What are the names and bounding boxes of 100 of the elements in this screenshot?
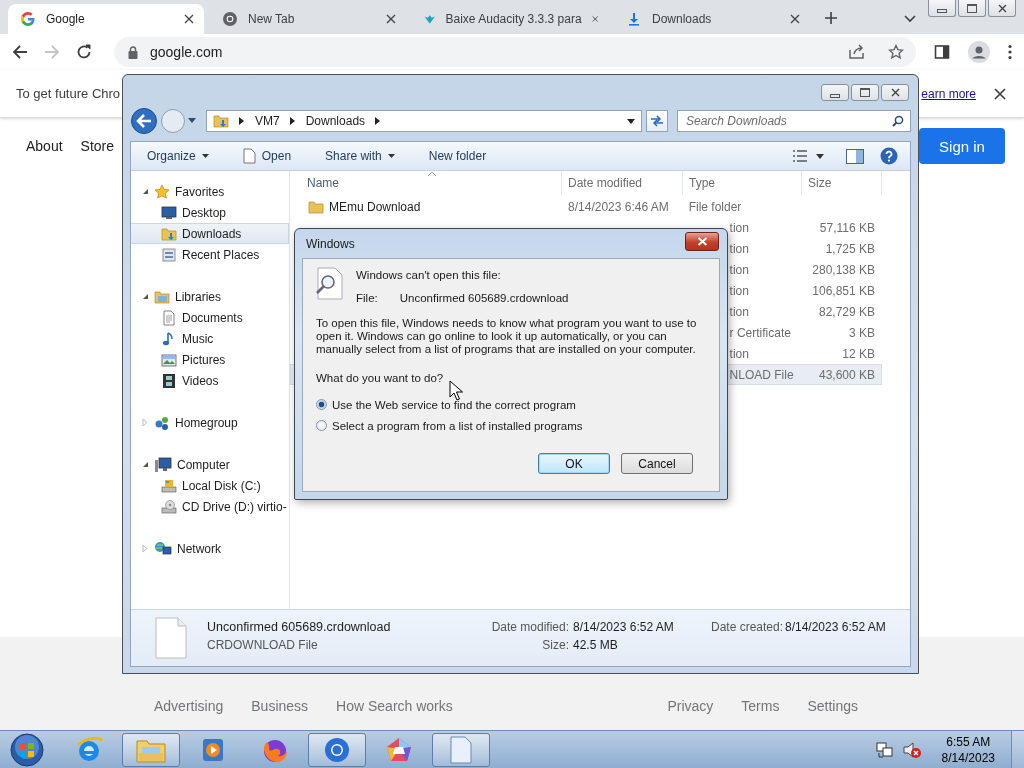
footer-link[interactable]: Terms	[741, 698, 780, 714]
minimize-button[interactable]	[821, 84, 849, 101]
expand-arrow-icon[interactable]	[142, 461, 149, 468]
close-icon[interactable]	[994, 87, 1006, 100]
column-header[interactable]: Size	[802, 171, 882, 195]
muted-speaker-icon[interactable]	[901, 740, 922, 759]
help-icon[interactable]	[880, 147, 898, 165]
command-button[interactable]: Open	[236, 146, 298, 166]
expand-arrow-icon[interactable]	[142, 188, 149, 195]
browser-tab[interactable]: Google	[8, 4, 204, 34]
footer-link[interactable]: Settings	[807, 698, 858, 714]
minimize-button[interactable]	[928, 0, 956, 17]
back-icon[interactable]	[12, 44, 28, 60]
nav-item[interactable]: Computer	[131, 454, 289, 475]
close-icon[interactable]	[386, 14, 396, 24]
chevron-icon[interactable]	[375, 117, 382, 125]
dialog-button[interactable]: Cancel	[621, 453, 693, 474]
nav-item[interactable]: Desktop	[131, 202, 289, 223]
clock[interactable]: 6:55 AM 8/14/2023	[941, 733, 995, 766]
taskbar-button[interactable]	[308, 732, 366, 767]
nav-item[interactable]: CD Drive (D:) virtio-	[131, 496, 289, 517]
nav-item[interactable]: Libraries	[131, 286, 289, 307]
close-button[interactable]	[988, 0, 1016, 17]
chevron-down-icon[interactable]	[904, 15, 916, 23]
chevron-icon[interactable]	[289, 117, 296, 125]
download-icon	[626, 11, 642, 27]
address-field[interactable]: VM7 Downloads	[206, 110, 642, 132]
new-tab-icon[interactable]	[824, 11, 838, 25]
footer-link[interactable]: Business	[251, 698, 309, 714]
history-caret-icon[interactable]	[188, 118, 196, 124]
search-icon[interactable]	[892, 115, 904, 127]
back-button[interactable]	[130, 107, 158, 135]
nav-item[interactable]: Recent Places	[131, 244, 289, 265]
caret-icon[interactable]	[816, 153, 824, 159]
taskbar-button[interactable]	[122, 732, 180, 767]
date-cell: 8/14/2023 6:46 AM	[568, 199, 669, 214]
nav-item[interactable]: Pictures	[131, 349, 289, 370]
breadcrumb[interactable]: Downloads	[305, 114, 366, 128]
refresh-button[interactable]	[646, 110, 668, 132]
dialog-message: To open this file, Windows needs to know what program you want to use to open it. Windows can go online to look it up automatically, or you can manually select from a list of programs that are installed on your computer.	[316, 317, 698, 356]
close-button[interactable]	[685, 232, 719, 251]
nav-item[interactable]: Downloads	[131, 223, 289, 244]
dropdown-caret-icon[interactable]	[627, 118, 635, 124]
star-outline-icon[interactable]	[888, 44, 904, 60]
browser-tab[interactable]: Downloads	[614, 4, 810, 34]
expand-arrow-icon[interactable]	[142, 293, 149, 300]
nav-item[interactable]: Favorites	[131, 181, 289, 202]
command-button[interactable]: Organize	[141, 147, 215, 165]
dialog-heading: Windows can't open this file:	[356, 269, 502, 281]
column-header[interactable]: Type	[683, 171, 802, 195]
breadcrumb[interactable]: VM7	[255, 114, 280, 128]
network-icon[interactable]	[875, 740, 894, 759]
radio-label[interactable]: Use the Web service to find the correct program	[332, 398, 576, 411]
radio-button[interactable]	[316, 420, 327, 431]
dialog-button[interactable]: OK	[538, 453, 610, 474]
nav-item[interactable]: Music	[131, 328, 289, 349]
lock-icon	[128, 45, 138, 59]
footer-link[interactable]: Privacy	[667, 698, 714, 714]
header-link[interactable]: Store	[80, 138, 115, 154]
nav-item[interactable]: Local Disk (C:)	[131, 475, 289, 496]
header-link[interactable]: About	[26, 138, 63, 154]
restore-button[interactable]	[958, 0, 986, 17]
learn-more-link[interactable]: earn more	[921, 86, 976, 101]
nav-item[interactable]: Network	[131, 538, 289, 559]
side-panel-icon[interactable]	[934, 44, 950, 60]
menu-icon[interactable]	[1008, 44, 1012, 60]
close-button[interactable]	[881, 84, 909, 101]
footer-link[interactable]: How Search works	[336, 698, 453, 714]
column-header[interactable]: Date modified	[562, 171, 683, 195]
browser-tab[interactable]: New Tab	[210, 4, 406, 34]
size-cell: 43,600 KB	[818, 367, 875, 382]
nav-item[interactable]: Homegroup	[131, 412, 289, 433]
address-bar[interactable]: google.com	[114, 37, 916, 67]
nav-item[interactable]: Videos	[131, 370, 289, 391]
maximize-button[interactable]	[851, 84, 879, 101]
radio-button[interactable]	[316, 399, 327, 410]
command-button[interactable]: Share with	[319, 147, 401, 165]
close-icon[interactable]	[184, 14, 194, 24]
refresh-icon	[650, 115, 664, 127]
radio-label[interactable]: Select a program from a list of installed programs	[332, 419, 583, 432]
reload-icon[interactable]	[76, 44, 92, 60]
share-icon[interactable]	[848, 44, 866, 60]
column-header[interactable]: Name	[290, 171, 562, 195]
view-list-icon[interactable]	[792, 150, 808, 162]
file-row[interactable]: MEmu Download 8/14/2023 6:46 AM File folder	[290, 196, 882, 217]
chevron-icon[interactable]	[239, 117, 245, 125]
close-icon[interactable]	[790, 14, 800, 24]
search-field[interactable]: Search Downloads	[677, 110, 911, 132]
sign-in-button[interactable]: Sign in	[919, 128, 1005, 164]
start-button[interactable]	[10, 732, 44, 767]
taskbar-button[interactable]	[432, 732, 490, 767]
command-button[interactable]: New folder	[422, 147, 493, 165]
avatar-icon[interactable]	[968, 41, 990, 63]
browser-tab[interactable]: Baixe Audacity 3.3.3 para	[412, 4, 608, 34]
size-cell: 106,851 KB	[812, 283, 875, 298]
preview-pane-icon[interactable]	[846, 148, 864, 164]
size-cell: 280,138 KB	[812, 262, 875, 277]
footer-link[interactable]: Advertising	[154, 698, 224, 714]
google-g-icon	[20, 11, 36, 27]
nav-item[interactable]: Documents	[131, 307, 289, 328]
